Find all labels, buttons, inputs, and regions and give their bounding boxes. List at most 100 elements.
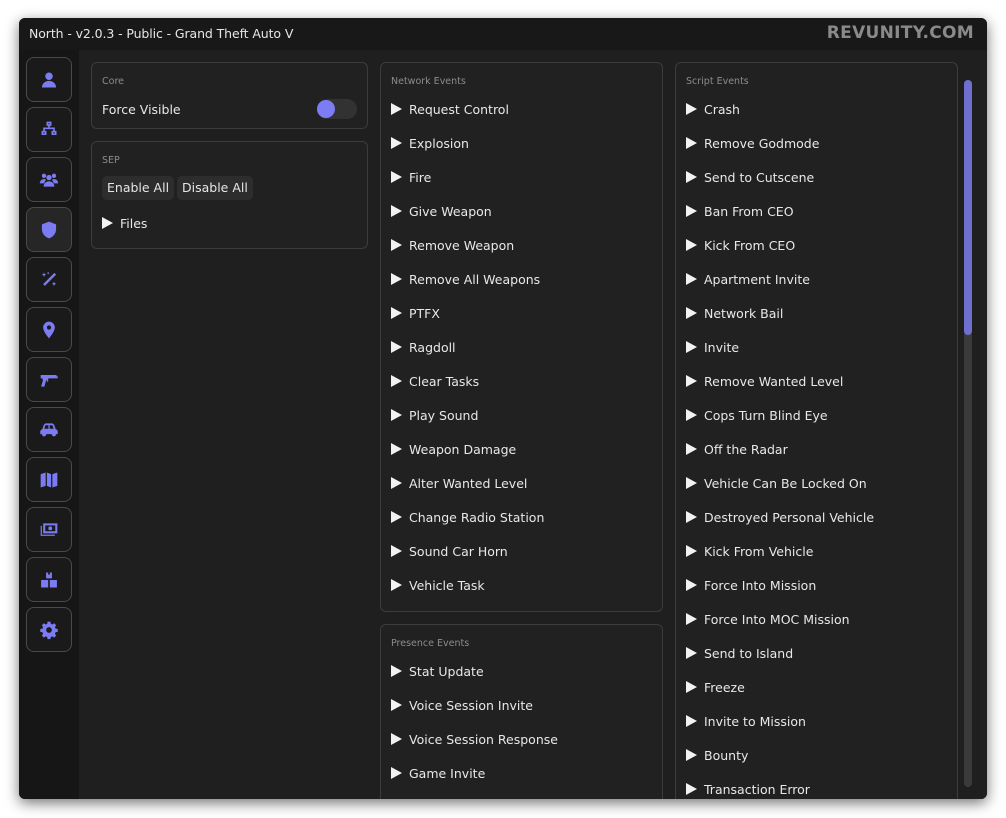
- network-event-item[interactable]: Remove All Weapons: [391, 269, 540, 289]
- title-bar[interactable]: North - v2.0.3 - Public - Grand Theft Au…: [19, 18, 987, 50]
- script-event-item[interactable]: Freeze: [686, 677, 745, 697]
- script-event-label: Send to Island: [704, 645, 794, 661]
- script-event-item[interactable]: Invite to Mission: [686, 711, 806, 731]
- script-event-item[interactable]: Remove Wanted Level: [686, 371, 843, 391]
- presence-event-item[interactable]: Voice Session Invite: [391, 695, 533, 715]
- sidebar-item-teleport[interactable]: [26, 307, 72, 352]
- sidebar-item-weapons[interactable]: [26, 357, 72, 402]
- network-event-label: Remove Weapon: [409, 237, 515, 253]
- script-event-item[interactable]: Network Bail: [686, 303, 783, 323]
- expand-arrow-icon: [686, 307, 697, 319]
- expand-arrow-icon: [391, 137, 402, 149]
- script-event-item[interactable]: Invite: [686, 337, 739, 357]
- sidebar-item-players[interactable]: [26, 157, 72, 202]
- script-event-item[interactable]: Off the Radar: [686, 439, 788, 459]
- network-event-item[interactable]: Fire: [391, 167, 431, 187]
- script-event-item[interactable]: Send to Cutscene: [686, 167, 814, 187]
- script-event-item[interactable]: Kick From Vehicle: [686, 541, 813, 561]
- expand-arrow-icon: [391, 579, 402, 591]
- script-event-item[interactable]: Remove Godmode: [686, 133, 819, 153]
- network-event-item[interactable]: Vehicle Task: [391, 575, 485, 595]
- script-event-item[interactable]: Ban From CEO: [686, 201, 794, 221]
- expand-arrow-icon: [686, 443, 697, 455]
- script-event-item[interactable]: Force Into Mission: [686, 575, 816, 595]
- network-event-item[interactable]: PTFX: [391, 303, 440, 323]
- network-event-item[interactable]: Clear Tasks: [391, 371, 479, 391]
- script-event-label: Off the Radar: [704, 441, 788, 457]
- script-event-label: Destroyed Personal Vehicle: [704, 509, 875, 525]
- sidebar-item-vehicles[interactable]: [26, 407, 72, 452]
- disable-all-button[interactable]: Disable All: [177, 176, 253, 200]
- script-event-item[interactable]: Bounty: [686, 745, 748, 765]
- force-visible-label: Force Visible: [102, 102, 181, 117]
- script-event-item[interactable]: Transaction Error: [686, 779, 810, 799]
- expand-arrow-icon: [686, 647, 697, 659]
- files-label: Files: [120, 215, 148, 231]
- expand-arrow-icon: [391, 545, 402, 557]
- network-event-item[interactable]: Weapon Damage: [391, 439, 516, 459]
- sidebar-item-settings[interactable]: [26, 607, 72, 652]
- shield-icon: [41, 221, 57, 238]
- expand-arrow-icon: [686, 681, 697, 693]
- sidebar-item-world[interactable]: [26, 457, 72, 502]
- car-icon: [40, 422, 58, 436]
- network-event-item[interactable]: Alter Wanted Level: [391, 473, 527, 493]
- script-event-label: Invite: [704, 339, 740, 355]
- network-event-item[interactable]: Sound Car Horn: [391, 541, 508, 561]
- files-tree-item[interactable]: Files: [102, 213, 147, 233]
- sidebar-item-money[interactable]: [26, 507, 72, 552]
- network-event-item[interactable]: Request Control: [391, 99, 509, 119]
- expand-arrow-icon: [686, 341, 697, 353]
- sidebar-item-spawner[interactable]: [26, 557, 72, 602]
- sidebar-item-network[interactable]: [26, 107, 72, 152]
- script-event-item[interactable]: Crash: [686, 99, 740, 119]
- script-event-item[interactable]: Vehicle Can Be Locked On: [686, 473, 867, 493]
- expand-arrow-icon: [391, 273, 402, 285]
- network-event-item[interactable]: Explosion: [391, 133, 469, 153]
- expand-arrow-icon: [686, 613, 697, 625]
- expand-arrow-icon: [686, 783, 697, 795]
- network-event-item[interactable]: Change Radio Station: [391, 507, 544, 527]
- script-events-panel: Script Events Crash Remove Godmode Send to…: [675, 62, 958, 799]
- presence-event-item[interactable]: Stat Update: [391, 661, 484, 681]
- money-icon: [40, 522, 58, 536]
- presence-events-panel: Presence Events Stat Update Voice Session…: [380, 624, 663, 799]
- scrollbar-thumb[interactable]: [964, 80, 972, 335]
- network-icon: [41, 121, 57, 135]
- network-event-item[interactable]: Remove Weapon: [391, 235, 514, 255]
- script-event-label: Ban From CEO: [704, 203, 794, 219]
- presence-event-item[interactable]: Game Invite: [391, 763, 485, 783]
- scrollbar[interactable]: [964, 80, 972, 787]
- main-content: Core Force Visible SEP Enable All Disabl…: [79, 50, 987, 799]
- network-event-label: Vehicle Task: [409, 577, 485, 593]
- watermark: REVUNITY.COM: [826, 23, 974, 43]
- script-event-item[interactable]: Apartment Invite: [686, 269, 810, 289]
- sidebar-item-protections[interactable]: [26, 207, 72, 252]
- expand-arrow-icon: [686, 409, 697, 421]
- force-visible-toggle[interactable]: [317, 99, 357, 119]
- script-event-item[interactable]: Cops Turn Blind Eye: [686, 405, 828, 425]
- script-event-item[interactable]: Send to Island: [686, 643, 793, 663]
- script-event-label: Freeze: [704, 679, 745, 695]
- expand-arrow-icon: [686, 171, 697, 183]
- presence-event-item[interactable]: Voice Session Response: [391, 729, 558, 749]
- sidebar-item-self[interactable]: [26, 57, 72, 102]
- network-event-item[interactable]: Ragdoll: [391, 337, 456, 357]
- script-event-label: Remove Godmode: [704, 135, 820, 151]
- script-event-item[interactable]: Kick From CEO: [686, 235, 795, 255]
- script-event-item[interactable]: Destroyed Personal Vehicle: [686, 507, 874, 527]
- sidebar-item-recovery[interactable]: [26, 257, 72, 302]
- script-event-label: Kick From CEO: [704, 237, 796, 253]
- script-event-label: Network Bail: [704, 305, 784, 321]
- expand-arrow-icon: [391, 307, 402, 319]
- user-icon: [41, 72, 57, 87]
- network-event-item[interactable]: Play Sound: [391, 405, 478, 425]
- gear-icon: [40, 621, 58, 639]
- network-event-item[interactable]: Give Weapon: [391, 201, 492, 221]
- enable-all-button[interactable]: Enable All: [102, 176, 175, 200]
- script-event-item[interactable]: Force Into MOC Mission: [686, 609, 850, 629]
- presence-events-title: Presence Events: [391, 638, 470, 649]
- network-event-label: Weapon Damage: [409, 441, 517, 457]
- core-panel-title: Core: [102, 76, 124, 87]
- expand-arrow-icon: [391, 103, 402, 115]
